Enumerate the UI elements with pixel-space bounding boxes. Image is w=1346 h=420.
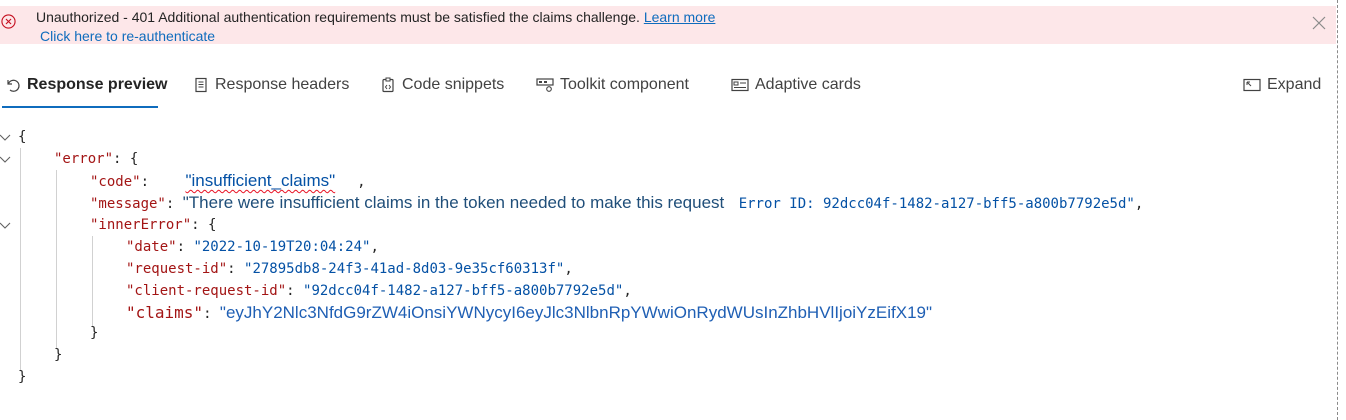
collapse-chevron-icon[interactable] [0,156,11,164]
json-line: "client-request-id": "92dcc04f-1482-a127… [126,283,632,299]
card-icon [731,78,749,92]
tab-code-snippets[interactable]: Code snippets [380,70,504,100]
response-tabs: Response preview Response headers Code s… [0,62,1336,110]
reauthenticate-link[interactable]: Click here to re-authenticate [40,28,215,44]
tab-label: Response preview [27,76,168,93]
tab-response-preview[interactable]: Response preview [5,70,168,100]
json-string-value: "insufficient_claims" [185,171,336,190]
error-circle-icon [1,14,16,29]
json-line: } [54,344,62,366]
document-list-icon [195,77,207,93]
json-key: "claims" [126,303,204,322]
close-icon[interactable] [1312,16,1326,30]
json-line: "date": "2022-10-19T20:04:24", [126,239,379,255]
json-brace: } [54,347,63,363]
json-line: { [18,126,26,148]
json-string-value: "2022-10-19T20:04:24" [193,239,371,255]
json-line: "code": "insufficient_claims", [90,171,366,190]
json-line: "request-id": "27895db8-24f3-41ad-8d03-9… [126,261,573,277]
learn-more-link[interactable]: Learn more [644,9,716,25]
code-clipboard-icon [382,77,394,93]
json-line: "message": "There were insufficient clai… [90,193,1144,212]
indent-guide [56,170,57,348]
tab-toolkit-component[interactable]: Toolkit component [536,70,689,100]
collapse-chevron-icon[interactable] [0,134,11,142]
json-line: "innerError": { [90,217,217,233]
tab-adaptive-cards[interactable]: Adaptive cards [731,70,861,100]
json-line: "error": { [54,151,139,167]
collapse-chevron-icon[interactable] [0,222,11,230]
banner-message-text: Unauthorized - 401 Additional authentica… [36,9,640,25]
active-tab-indicator [2,106,158,108]
json-string-value: "92dcc04f-1482-a127-bff5-a800b7792e5d" [303,283,624,299]
json-string-value: "There were insufficient claims in the t… [182,193,725,212]
expand-button[interactable]: Expand [1243,70,1321,100]
tab-label: Code snippets [402,76,505,93]
undo-arrow-icon [7,79,20,92]
json-key: "client-request-id" [126,283,287,299]
error-id-text: Error ID: 92dcc04f-1482-a127-bff5-a800b7… [738,196,1135,212]
tab-label: Toolkit component [560,76,689,93]
json-viewer: { "error": { "code": "insufficient_claim… [0,124,1330,394]
json-string-value: "27895db8-24f3-41ad-8d03-9e35cf60313f" [244,261,565,277]
toolkit-icon [536,78,554,92]
json-key: "code" [90,174,141,190]
json-key: "error" [54,151,114,167]
json-line: "claims": "eyJhY2Nlc3NfdG9rZW4iOnsiYWNyc… [126,303,933,322]
expand-icon [1243,78,1261,92]
tab-response-headers[interactable]: Response headers [193,70,349,100]
json-key: "date" [126,239,177,255]
json-key: "message" [90,196,166,212]
error-banner: Unauthorized - 401 Additional authentica… [0,6,1336,44]
expand-label: Expand [1267,76,1322,93]
json-brace: { [18,129,27,145]
indent-guide [20,148,21,370]
json-brace: } [18,369,27,385]
tab-label: Adaptive cards [755,76,861,93]
json-key: "innerError" [90,217,192,233]
json-string-value: "eyJhY2Nlc3NfdG9rZW4iOnsiYWNycyI6eyJlc3N… [219,303,933,322]
indent-guide [92,236,93,326]
tab-label: Response headers [215,76,350,93]
banner-message: Unauthorized - 401 Additional authentica… [36,9,715,25]
json-key: "request-id" [126,261,228,277]
panel-edge-divider [1337,0,1338,420]
json-line: } [18,366,26,388]
json-brace: } [90,325,99,341]
json-line: } [90,322,98,344]
